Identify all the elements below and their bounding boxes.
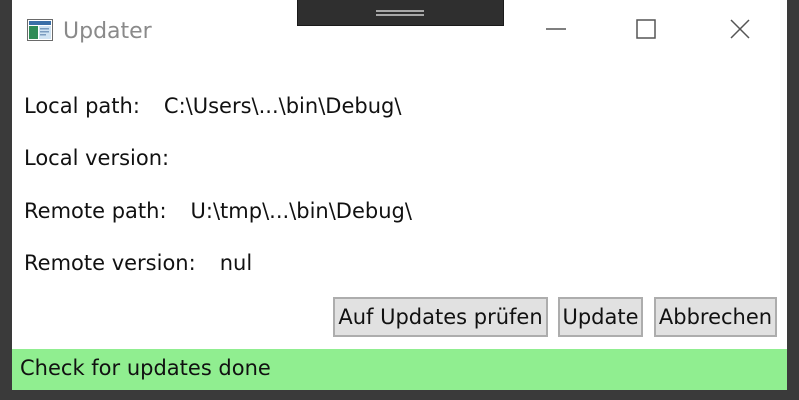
maximize-button[interactable] [624, 14, 668, 48]
close-icon [729, 18, 751, 45]
local-version-row: Local version: [24, 146, 193, 170]
cancel-button[interactable]: Abbrechen [654, 297, 777, 337]
status-bar: Check for updates done [12, 349, 787, 390]
minimize-button[interactable] [534, 14, 578, 48]
local-version-label: Local version: [24, 146, 170, 170]
remote-version-row: Remote version: nul [24, 251, 252, 275]
status-text: Check for updates done [20, 356, 271, 380]
local-path-label: Local path: [24, 94, 140, 118]
maximize-icon [635, 18, 657, 45]
minimize-icon [545, 18, 567, 45]
check-updates-button[interactable]: Auf Updates prüfen [333, 297, 548, 337]
title-bar[interactable]: Updater [12, 0, 787, 62]
remote-path-label: Remote path: [24, 199, 167, 223]
close-button[interactable] [718, 14, 762, 48]
local-path-row: Local path: C:\Users\...\bin\Debug\ [24, 94, 401, 118]
remote-version-label: Remote version: [24, 251, 196, 275]
remote-path-value: U:\tmp\...\bin\Debug\ [190, 199, 412, 223]
updater-window: Updater Local path: C:\Users\...\bin\Debu… [0, 0, 799, 400]
update-button[interactable]: Update [558, 297, 643, 337]
remote-path-row: Remote path: U:\tmp\...\bin\Debug\ [24, 199, 412, 223]
window-title: Updater [63, 19, 152, 44]
local-path-value: C:\Users\...\bin\Debug\ [163, 94, 402, 118]
remote-version-value: nul [219, 251, 253, 275]
app-window-icon [27, 19, 53, 41]
